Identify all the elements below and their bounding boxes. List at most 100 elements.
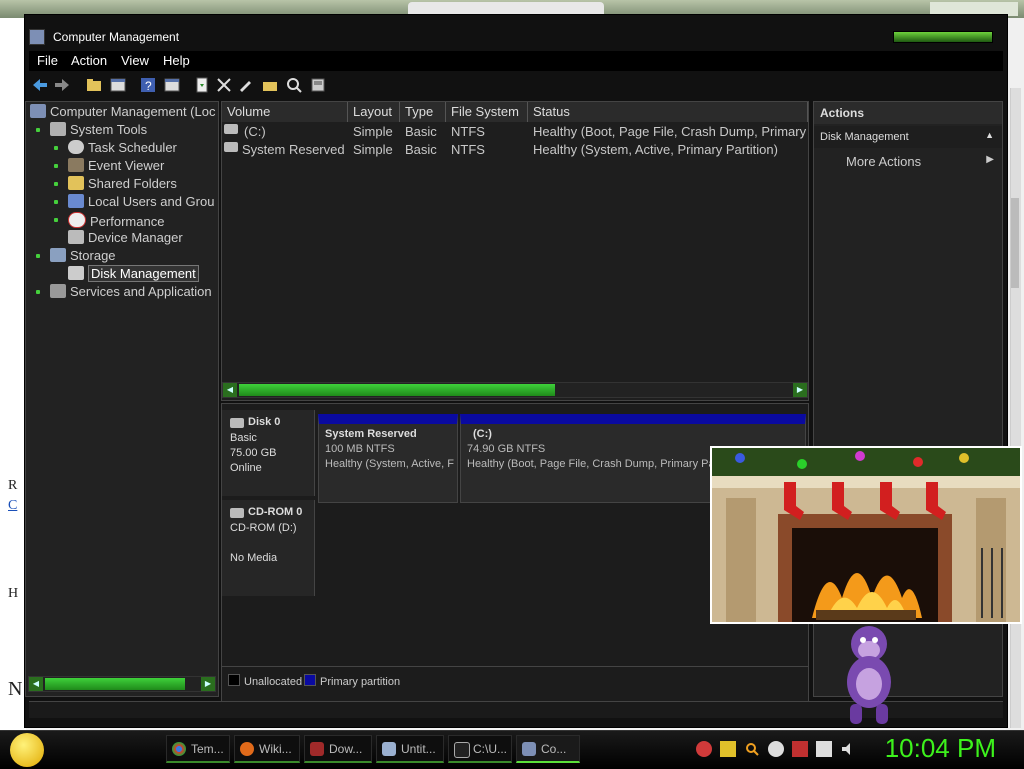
firefox-icon [240,742,254,756]
menu-help[interactable]: Help [163,53,190,68]
partition-name: (C:) [473,428,492,440]
column-header-file-system[interactable]: File System [446,102,528,122]
scroll-thumb[interactable] [239,384,555,396]
rename-icon[interactable] [237,76,255,94]
tree-expander[interactable] [54,182,58,186]
tray-volume-icon[interactable] [840,741,856,757]
column-header-status[interactable]: Status [528,102,808,122]
refresh-icon[interactable] [193,76,211,94]
tree-item-shared-folders[interactable]: Shared Folders [68,176,177,191]
tree-item-local-users[interactable]: Local Users and Grou [68,194,214,209]
fireplace-image [712,448,1020,622]
disk-icon[interactable] [309,76,327,94]
collapse-up-icon[interactable]: ▲ [985,130,994,140]
menu-action[interactable]: Action [71,53,107,68]
help-icon[interactable]: ? [139,76,157,94]
column-header-volume[interactable]: Volume [222,102,348,122]
taskbar-label: Dow... [329,742,363,756]
tray-search-icon[interactable] [744,741,760,757]
scroll-right-icon[interactable]: ▶ [793,383,807,397]
tree-item-performance[interactable]: Performance [68,212,164,229]
forward-icon[interactable] [53,76,71,94]
taskbar-button-computer-management[interactable]: Co... [516,735,580,763]
tree-item-storage[interactable]: Storage [50,248,116,263]
taskbar-button-notepad[interactable]: Untit... [376,735,444,763]
tree-horizontal-scrollbar[interactable]: ◀ ▶ [28,676,216,692]
tray-icon-1[interactable] [696,741,712,757]
tray-icon-2[interactable] [720,741,736,757]
tree-item-system-tools[interactable]: System Tools [50,122,147,137]
taskbar-label: C:\U... [473,742,508,756]
tree-label: Services and Application [70,284,212,299]
scroll-thumb[interactable] [45,678,185,690]
background-scrollbar [1010,88,1021,728]
tray-network-icon[interactable] [816,741,832,757]
tree-label: Performance [90,214,165,229]
desktop-assistant-character[interactable] [834,622,904,726]
taskbar-label: Wiki... [259,742,292,756]
table-row[interactable]: System Reserved Simple Basic NTFS Health… [222,142,808,160]
tree-item-device-manager[interactable]: Device Manager [68,230,183,245]
back-icon[interactable] [31,76,49,94]
tree-label: Shared Folders [88,176,177,191]
tray-flag-icon[interactable] [792,741,808,757]
cdrom-0-info[interactable]: CD-ROM 0 CD-ROM (D:) No Media [222,500,315,596]
disk-0-info[interactable]: Disk 0 Basic 75.00 GB Online [222,410,315,496]
disk-0-state: Online [230,462,262,474]
scroll-left-icon[interactable]: ◀ [29,677,43,691]
tree-expander[interactable] [36,128,40,132]
background-text-fragment: R [8,478,18,493]
start-button-smiley-icon[interactable] [10,733,44,767]
taskbar-button-chrome[interactable]: Tem... [166,735,230,763]
taskbar-button-download[interactable]: Dow... [304,735,372,763]
window-controls[interactable] [893,31,993,43]
disk-management-icon [68,266,84,280]
up-folder-icon[interactable] [85,76,103,94]
tree-expander[interactable] [36,254,40,258]
cdrom-state: No Media [230,552,278,564]
properties-icon[interactable] [163,76,181,94]
tree-expander[interactable] [54,146,58,150]
taskbar-button-firefox[interactable]: Wiki... [234,735,300,763]
partition-size: 74.90 GB NTFS [467,443,546,455]
more-actions-item[interactable]: More Actions ▶ [814,150,1002,172]
table-row[interactable]: (C:) Simple Basic NTFS Healthy (Boot, Pa… [222,124,808,142]
tree-item-disk-management[interactable]: Disk Management [68,265,199,282]
delete-icon[interactable] [215,76,233,94]
legend-label: Primary partition [320,676,401,688]
cell-type: Basic [405,124,437,139]
search-icon[interactable] [285,76,303,94]
partition-system-reserved[interactable]: System Reserved 100 MB NTFS Healthy (Sys… [318,414,458,503]
taskbar-clock[interactable]: 10:04 PM [885,733,996,764]
scroll-left-icon[interactable]: ◀ [223,383,237,397]
tree-item-services-applications[interactable]: Services and Application [50,284,212,299]
more-actions-label: More Actions [846,154,922,169]
tree-item-event-viewer[interactable]: Event Viewer [68,158,164,173]
disk-icon [230,418,244,428]
tray-icon-4[interactable] [768,741,784,757]
show-hide-tree-icon[interactable] [109,76,127,94]
tree-expander[interactable] [54,218,58,222]
tree-item-computer-management[interactable]: Computer Management (Loc [30,104,215,119]
fireplace-gadget[interactable] [710,446,1022,624]
scroll-right-icon[interactable]: ▶ [201,677,215,691]
partition-status: Healthy (Boot, Page File, Crash Dump, Pr… [467,458,727,470]
disk-0-size: 75.00 GB [230,447,277,459]
tree-expander[interactable] [36,290,40,294]
legend-swatch [304,674,316,686]
taskbar-button-cmd[interactable]: C:\U... [448,735,512,763]
column-header-layout[interactable]: Layout [348,102,400,122]
open-folder-icon[interactable] [261,76,279,94]
volume-horizontal-scrollbar[interactable]: ◀ ▶ [222,382,808,398]
actions-section-disk-management[interactable]: Disk Management ▲ [814,126,1002,148]
background-page-left: R C H N [0,18,26,738]
tree-expander[interactable] [54,164,58,168]
disk-0-type: Basic [230,432,257,444]
menu-file[interactable]: File [37,53,58,68]
title-bar[interactable]: Computer Management [25,21,1007,51]
tree-item-task-scheduler[interactable]: Task Scheduler [68,140,177,155]
tree-expander[interactable] [54,200,58,204]
menu-view[interactable]: View [121,53,149,68]
actions-title: Actions [820,106,865,120]
column-header-type[interactable]: Type [400,102,446,122]
